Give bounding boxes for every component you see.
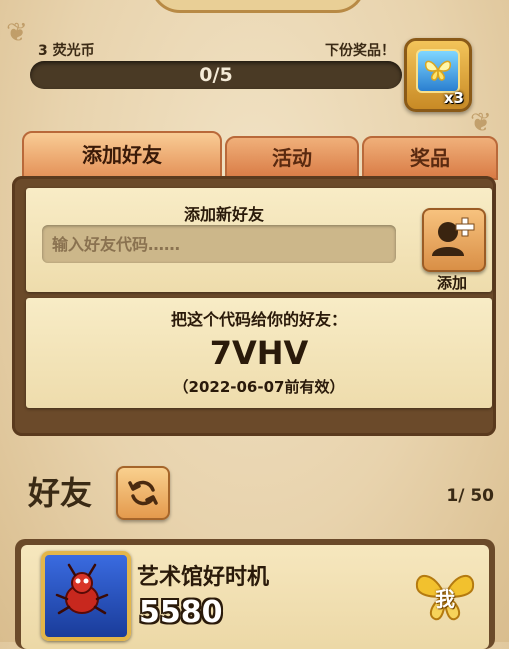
progress-text: 0/5 <box>199 64 233 86</box>
friend-name: 艺术馆好时机 <box>137 565 270 590</box>
friend-code: 7VHV <box>209 334 309 372</box>
currency-label: 3 荧光币 <box>38 43 95 59</box>
tab-prizes[interactable]: 奖品 <box>362 136 498 180</box>
me-badge-label: 我 <box>435 587 455 611</box>
friend-count: 1/ 50 <box>446 486 494 506</box>
butterfly-icon <box>416 49 460 93</box>
top-ornament <box>150 0 366 13</box>
add-friend-card: 添加新好友 添加 <box>26 188 492 292</box>
refresh-icon <box>128 480 158 506</box>
tab-activity[interactable]: 活动 <box>225 136 359 180</box>
add-friend-panel: 添加新好友 添加 把这个代码给你的好友： 7VHV （2022-06-07前有效… <box>12 176 496 436</box>
next-reward-box[interactable]: x3 <box>404 38 472 112</box>
decorative-swirl-left: ❦ <box>6 18 28 48</box>
avatar <box>41 551 131 641</box>
bug-avatar-icon <box>55 563 109 615</box>
friends-title: 好友 <box>28 474 93 512</box>
me-badge: 我 <box>413 567 477 625</box>
add-friend-button-label: 添加 <box>436 274 467 292</box>
friend-code-input[interactable] <box>42 225 396 263</box>
share-code-card: 把这个代码给你的好友： 7VHV （2022-06-07前有效） <box>26 298 492 408</box>
friend-score: 5580 <box>139 595 223 630</box>
next-reward-label: 下份奖品！ <box>325 43 395 59</box>
refresh-button[interactable] <box>116 466 170 520</box>
decorative-swirl-right: ❦ <box>470 108 492 138</box>
add-friend-button[interactable] <box>422 208 486 272</box>
add-friend-title: 添加新好友 <box>183 205 264 224</box>
code-expiry: （2022-06-07前有效） <box>173 378 345 396</box>
add-user-icon <box>432 217 475 256</box>
friend-list-item[interactable]: 艺术馆好时机 5580 我 <box>15 539 495 649</box>
friend-list-item-card: 艺术馆好时机 5580 我 <box>21 545 489 649</box>
reward-progress-bar: 0/5 <box>30 61 402 89</box>
reward-count: x3 <box>443 89 464 107</box>
share-code-title: 把这个代码给你的好友： <box>170 310 347 329</box>
tab-add-friend[interactable]: 添加好友 <box>22 131 222 181</box>
